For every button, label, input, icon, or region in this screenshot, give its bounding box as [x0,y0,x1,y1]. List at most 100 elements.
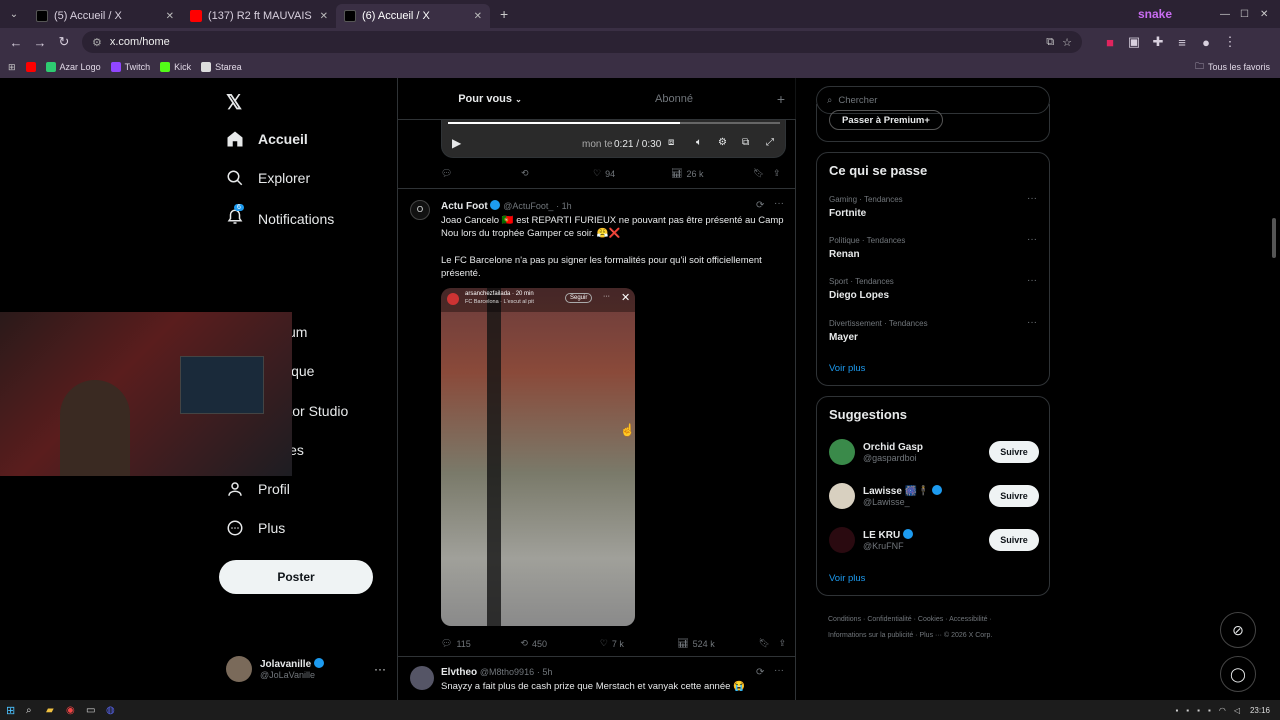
author-handle[interactable]: @M8tho9916 [480,667,534,677]
discord-icon[interactable]: ◍ [106,705,126,716]
fullscreen-icon[interactable]: ⤢ [766,137,774,148]
messages-button[interactable]: ◯ [1220,656,1256,692]
trend-item[interactable]: Sport · Tendances Diego Lopes [829,277,894,301]
post-time[interactable]: · 5h [537,667,553,677]
windows-start-icon[interactable]: ⊞ [6,704,26,717]
footer-link[interactable]: Accessibilité [949,616,988,623]
site-info-icon[interactable]: ⚙ [92,36,102,49]
nav-profile[interactable]: Profil [226,480,290,498]
post-media-image[interactable]: arsanchezfailada · 20 min FC Barcelona ·… [441,288,635,626]
terminal-icon[interactable]: ▭ [86,705,106,716]
profile-avatar[interactable]: ● [1194,35,1218,50]
close-icon[interactable]: ✕ [320,11,328,22]
bookmark-starea[interactable]: Starea [201,62,242,72]
extension-icon[interactable]: ■ [1098,35,1122,50]
trend-item[interactable]: Politique · Tendances Renan [829,236,905,260]
video-progress-bar[interactable] [448,122,780,124]
reply-button[interactable]: 💬︎ [441,168,521,179]
tab-2[interactable]: (137) R2 ft MAUVAIS DJO - SO ✕ [182,4,336,28]
more-dots-icon[interactable]: ··· [374,662,386,676]
trend-item[interactable]: Gaming · Tendances Fortnite [829,195,903,219]
scrollbar[interactable] [1272,218,1276,258]
all-bookmarks[interactable]: 🗀 Tous les favoris [1195,59,1270,75]
bookmark-azar[interactable]: Azar Logo [45,62,101,72]
more-dots-icon[interactable]: ··· [1027,234,1037,245]
footer-link[interactable]: Cookies [918,616,943,623]
reply-button[interactable]: 💬︎ 115 [441,638,520,649]
author-name[interactable]: Actu Foot [441,201,488,212]
close-icon[interactable]: ✕ [166,11,174,22]
apps-icon[interactable]: ⊞ [8,62,16,73]
follow-button[interactable]: Suivre [989,441,1039,463]
tab-1[interactable]: (5) Accueil / X ✕ [28,4,182,28]
forward-icon[interactable]: → [28,35,52,50]
more-dots-icon[interactable]: ··· [1027,317,1037,328]
pip-icon[interactable]: ⧉ [742,137,749,148]
menu-icon[interactable]: ⋮ [1218,34,1242,50]
bookmark-kick[interactable]: Kick [160,62,191,72]
views-button[interactable]: 📊︎ 524 k [677,638,758,649]
more-dots-icon[interactable]: ··· [603,293,610,300]
bookmark-star-icon[interactable]: ☆ [1062,36,1072,49]
media-icon[interactable]: ≡ [1170,35,1194,50]
nav-notifications[interactable]: 6 Notifications [226,204,334,229]
story-follow-button[interactable]: Seguir [565,293,593,303]
captions-icon[interactable]: ⧈ [668,137,674,148]
close-icon[interactable]: ✕ [474,11,482,22]
nav-explore[interactable]: Explorer [226,169,310,187]
close-icon[interactable]: ✕ [621,291,630,304]
see-more-link[interactable]: Voir plus [829,363,865,374]
share-icon[interactable]: ⇪ [778,638,786,649]
tab-3-active[interactable]: (6) Accueil / X ✕ [336,4,490,28]
trend-item[interactable]: Divertissement · Tendances Mayer [829,319,928,343]
tab-following[interactable]: Abonné [582,93,766,105]
search-icon[interactable]: ⌕ [26,705,46,716]
see-more-link[interactable]: Voir plus [829,573,865,584]
tray-icon[interactable]: ▪ [1186,706,1189,715]
tray-icon[interactable]: ▪ [1208,706,1211,715]
clock[interactable]: 23:16 [1250,706,1270,715]
views-button[interactable]: 📊︎ 26 k [671,168,753,179]
file-explorer-icon[interactable]: ▰ [46,705,66,716]
more-dots-icon[interactable]: ··· [774,198,784,209]
volume-icon[interactable]: ◁ [1234,706,1240,715]
author-name[interactable]: Elvtheo [441,667,477,678]
grok-icon[interactable]: ⟳ [756,200,764,211]
author-handle[interactable]: @ActuFoot_ [503,201,553,211]
bookmark-twitch[interactable]: Twitch [110,62,150,72]
like-button[interactable]: ♡ 7 k [600,638,677,649]
nav-more[interactable]: Plus [226,519,285,537]
nav-home[interactable]: Accueil [226,130,308,148]
add-feed-icon[interactable]: + [766,91,796,107]
close-window-icon[interactable]: ✕ [1260,9,1280,20]
x-logo-icon[interactable]: 𝕏 [226,90,242,115]
account-switcher[interactable]: Jolavanille @JoLaVanille ··· [226,656,386,682]
repost-button[interactable]: ⟲ 450 [520,638,599,649]
footer-link[interactable]: Confidentialité [867,616,911,623]
footer-link[interactable]: Plus ··· [919,632,942,639]
bookmark-icon[interactable]: 🔖︎ [759,638,779,649]
maximize-icon[interactable]: ☐ [1240,9,1260,20]
grok-icon[interactable]: ⟳ [756,667,764,678]
bookmark-icon[interactable]: 🔖︎ [753,168,773,179]
settings-icon[interactable]: ⚙ [718,137,727,148]
premium-button[interactable]: Passer à Premium+ [829,110,943,130]
tray-icon[interactable]: ▪ [1175,706,1178,715]
back-icon[interactable]: ← [4,35,28,50]
more-dots-icon[interactable]: ··· [1027,193,1037,204]
extension-icon[interactable]: ▣ [1122,34,1146,50]
tab-search-icon[interactable]: ⌄ [0,9,28,20]
address-bar[interactable]: ⚙ x.com/home ⧉ ☆ [82,31,1082,53]
repost-button[interactable]: ⟲ [521,168,593,179]
post-button[interactable]: Poster [219,560,373,594]
chrome-icon[interactable]: ◉ [66,705,86,716]
reload-icon[interactable]: ↻ [52,34,76,50]
footer-link[interactable]: Informations sur la publicité [828,632,913,639]
video-player[interactable]: ▶ mon te 0:21 / 0:30 ⧈ 🔈︎ ⚙ ⧉ ⤢ [441,120,786,158]
avatar[interactable] [410,666,434,690]
follow-button[interactable]: Suivre [989,485,1039,507]
play-icon[interactable]: ▶ [452,136,461,150]
tab-for-you[interactable]: Pour vous ⌄ [398,93,582,105]
install-icon[interactable]: ⧉ [1046,36,1054,49]
share-icon[interactable]: ⇪ [773,168,781,179]
